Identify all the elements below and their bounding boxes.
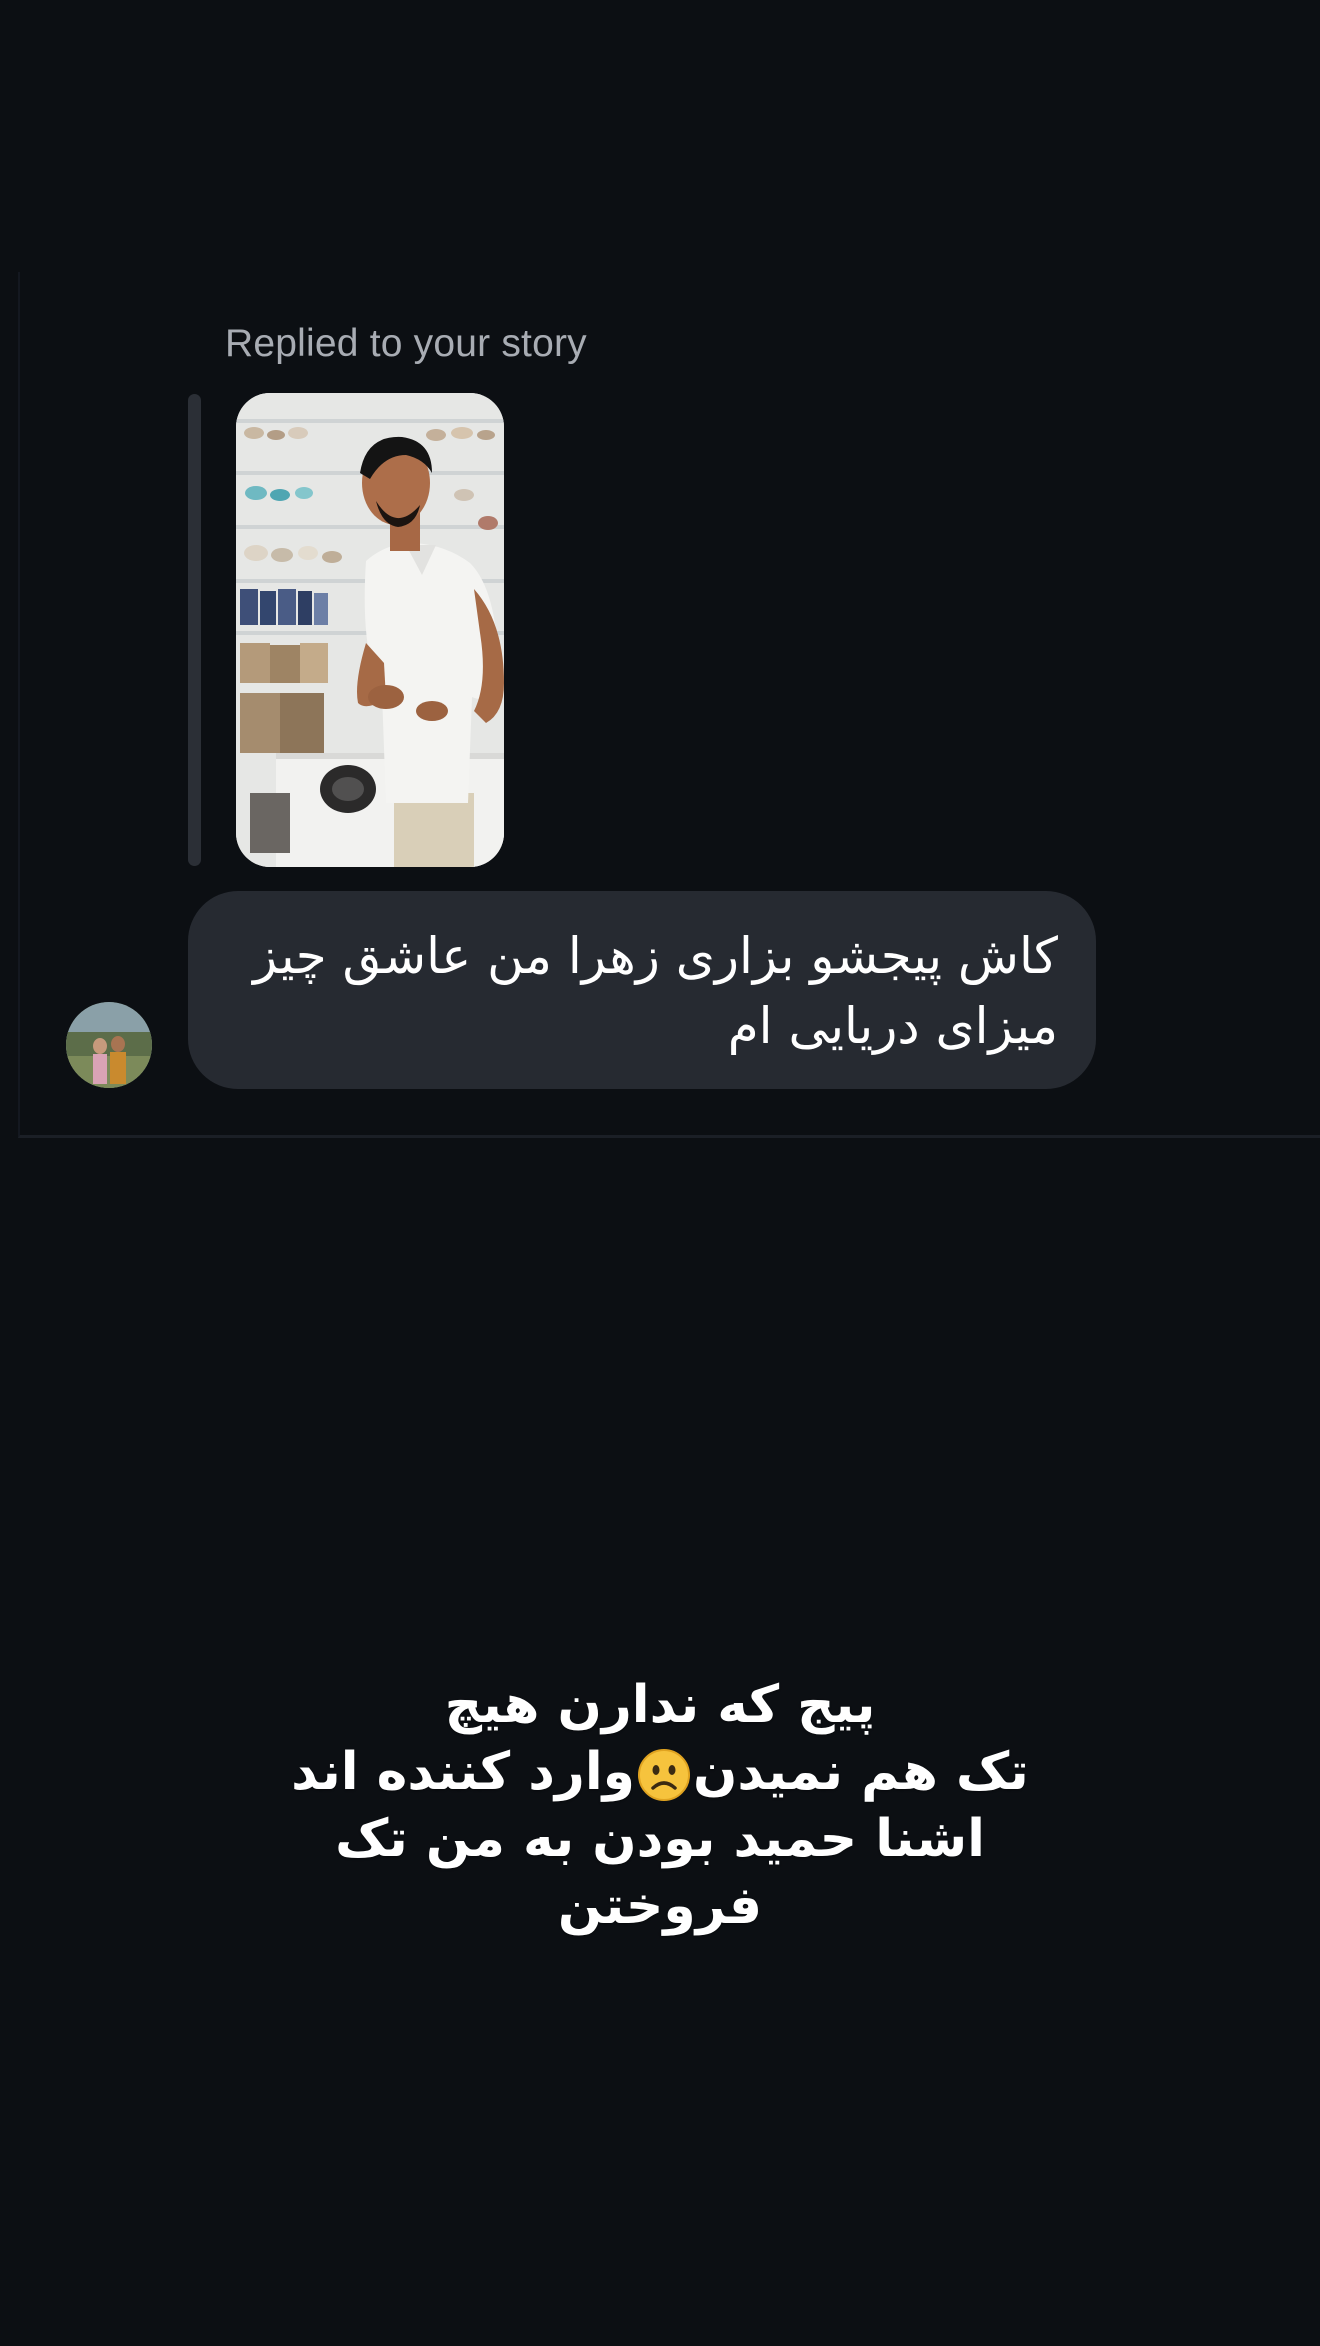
- message-bubble[interactable]: کاش پیجشو بزاری زهرا من عاشق چیز میزای د…: [188, 891, 1096, 1089]
- story-thumbnail[interactable]: [236, 393, 504, 867]
- caption-line-2-part-2: وارد کننده اند: [291, 1742, 635, 1802]
- avatar-photo: [66, 1002, 152, 1088]
- caption-line-2: تک هم نمیدن وارد کننده اند: [260, 1739, 1060, 1806]
- story-thumbnail-image: [236, 393, 504, 867]
- screen: Replied to your story کاش پیجشو بزاری زه…: [0, 0, 1320, 2346]
- sender-avatar[interactable]: [66, 1002, 152, 1088]
- caption-line-1: پیج که ندارن هیچ: [444, 1675, 876, 1735]
- replied-to-story-label: Replied to your story: [225, 322, 587, 365]
- slightly-frowning-face-icon: [637, 1749, 690, 1801]
- story-caption: پیج که ندارن هیچ تک هم نمیدن وارد کننده ا…: [260, 1672, 1060, 1940]
- quote-bar: [188, 394, 201, 866]
- caption-line-4: فروختن: [557, 1876, 763, 1936]
- caption-line-2-part-1: تک هم نمیدن: [692, 1742, 1029, 1802]
- message-text: کاش پیجشو بزاری زهرا من عاشق چیز میزای د…: [253, 927, 1058, 1055]
- caption-line-3: اشنا حمید بودن به من تک: [335, 1809, 985, 1869]
